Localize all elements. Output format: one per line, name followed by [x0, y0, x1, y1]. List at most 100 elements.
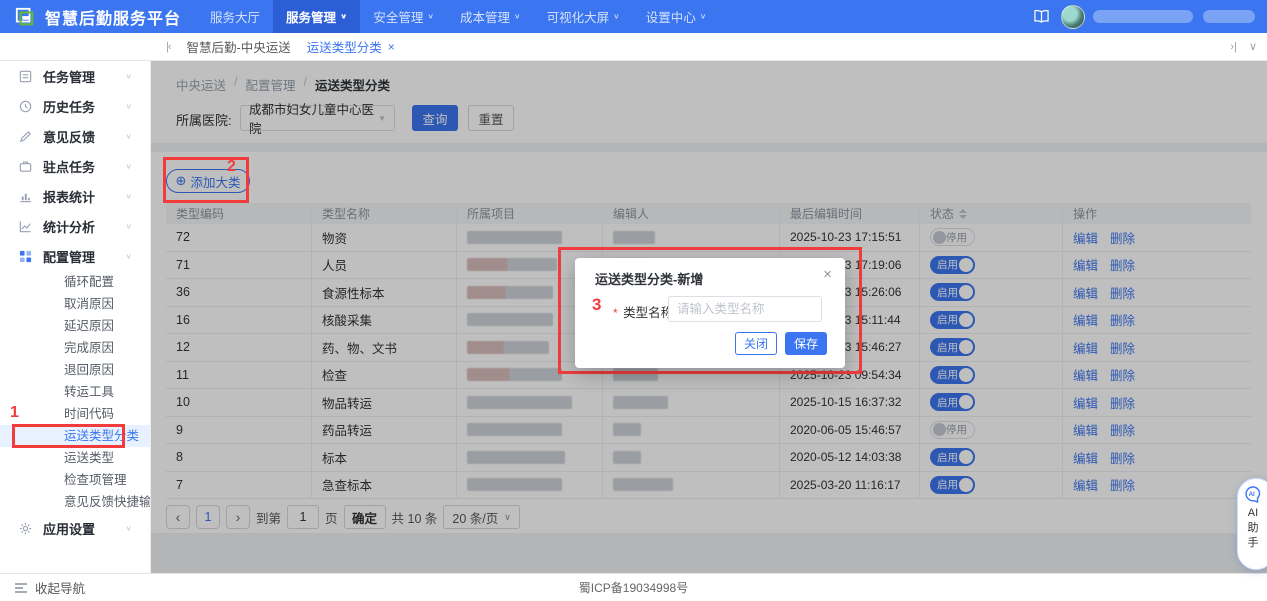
modal-title: 运送类型分类-新增	[595, 272, 704, 287]
sidebar-subitem[interactable]: 转运工具	[0, 381, 150, 403]
nav-item-5[interactable]: 可视化大屏 ∨	[534, 0, 633, 33]
sidebar: 任务管理 ∨ 历史任务 ∨ 意见反馈 ∨ 驻点任务 ∨ 报表统计 ∨ 统计分析 ∨ 配置管理 ∨ 循环配置取…	[0, 61, 151, 573]
history-icon	[18, 98, 34, 114]
tab-bar: |‹ 智慧后勤-中央运送 运送类型分类 × ›| ∨	[0, 33, 1267, 61]
footer-bar: 蜀ICP备19034998号 收起导航	[0, 573, 1267, 601]
type-name-input[interactable]	[668, 296, 822, 322]
tab-close-icon[interactable]: ×	[388, 40, 395, 54]
sidebar-subitem[interactable]: 退回原因	[0, 359, 150, 381]
tab-central-transport[interactable]: 智慧后勤-中央运送	[187, 37, 291, 56]
icp-number: 蜀ICP备19034998号	[578, 581, 689, 595]
sidebar-item[interactable]: 统计分析 ∨	[0, 211, 150, 241]
user-avatar[interactable]	[1061, 4, 1085, 29]
ai-assistant-button[interactable]: AI AI 助 手	[1237, 478, 1267, 570]
sidebar-item[interactable]: 历史任务 ∨	[0, 91, 150, 121]
annotation-box-1	[12, 424, 125, 448]
redacted-username	[1093, 10, 1193, 23]
app-window: 智慧后勤服务平台 服务大厅 服务管理 ∨ 安全管理 ∨ 成本管理 ∨ 可视化大屏 ∨ 设置中心 ∨ …	[0, 0, 1267, 601]
feedback-icon	[18, 128, 34, 144]
chevron-down-icon: ∨	[125, 101, 132, 110]
nav-item-label: 可视化大屏	[546, 11, 610, 25]
nav-item-2[interactable]: 服务管理 ∨	[273, 0, 361, 33]
sidebar-subitem[interactable]: 时间代码	[0, 403, 150, 425]
tabs-scroll-left-icon[interactable]: |‹	[166, 41, 171, 53]
app-title: 智慧后勤服务平台	[45, 10, 182, 28]
nav-right	[1032, 4, 1255, 29]
analysis-icon	[18, 218, 34, 234]
sidebar-subitem[interactable]: 延迟原因	[0, 315, 150, 337]
chevron-down-icon: ∨	[125, 523, 132, 532]
annotation-number-2: 2	[227, 158, 236, 175]
chevron-down-icon: ∨	[125, 221, 132, 230]
sidebar-item-label: 统计分析	[43, 219, 96, 235]
chevron-down-icon: ∨	[125, 161, 132, 170]
sidebar-submenu: 循环配置 取消原因 延迟原因 完成原因 退回原因 转运工具 时间代码 运送类型分类 运送类型 检查…	[0, 271, 150, 513]
sidebar-item[interactable]: 驻点任务 ∨	[0, 151, 150, 181]
sidebar-item-label: 意见反馈	[43, 129, 96, 145]
sidebar-item-label: 报表统计	[43, 189, 96, 205]
nav-item-label: 设置中心	[645, 11, 696, 25]
nav-item-label: 安全管理	[373, 11, 424, 25]
required-asterisk: *	[613, 306, 618, 320]
sidebar-subitem[interactable]: 完成原因	[0, 337, 150, 359]
ai-label-2: 助	[1247, 522, 1259, 534]
station-icon	[18, 158, 34, 174]
sidebar-item[interactable]: 配置管理 ∨	[0, 241, 150, 271]
add-category-modal: 运送类型分类-新增 × 3 * 类型名称 关闭 保存	[575, 258, 845, 368]
ai-head-icon: AI	[1242, 484, 1264, 506]
sidebar-item-label: 配置管理	[43, 249, 96, 265]
svg-text:AI: AI	[1249, 491, 1255, 498]
nav-item-3[interactable]: 安全管理 ∨	[360, 0, 447, 33]
chevron-down-icon: ∨	[125, 191, 132, 200]
chevron-down-icon: ∨	[613, 12, 620, 21]
nav-menu: 服务大厅 服务管理 ∨ 安全管理 ∨ 成本管理 ∨ 可视化大屏 ∨ 设置中心 ∨	[197, 0, 719, 33]
sidebar-item-label: 任务管理	[43, 69, 96, 85]
nav-item-6[interactable]: 设置中心 ∨	[633, 0, 720, 33]
sidebar-item[interactable]: 任务管理 ∨	[0, 61, 150, 91]
chevron-down-icon: ∨	[513, 12, 521, 21]
tabs-menu-caret-icon[interactable]: ∨	[1249, 40, 1257, 53]
tab-bar-controls: ›| ∨	[1230, 40, 1257, 54]
annotation-number-3: 3	[592, 295, 602, 314]
ai-label-3: 手	[1247, 537, 1259, 549]
tasks-icon	[18, 68, 34, 84]
app-logo-icon	[15, 7, 35, 27]
sidebar-item-label: 历史任务	[43, 99, 96, 115]
chevron-down-icon: ∨	[125, 71, 132, 80]
chevron-down-icon: ∨	[340, 12, 348, 21]
modal-close-icon[interactable]: ×	[823, 266, 832, 283]
sidebar-subitem[interactable]: 循环配置	[0, 271, 150, 293]
sidebar-item[interactable]: 报表统计 ∨	[0, 181, 150, 211]
nav-item-label: 服务大厅	[210, 11, 261, 25]
chevron-down-icon: ∨	[699, 12, 707, 21]
type-name-label: * 类型名称	[613, 306, 674, 320]
settings-icon	[18, 520, 34, 536]
ai-label-1: AI	[1247, 507, 1259, 519]
sidebar-subitem[interactable]: 意见反馈快捷输入	[0, 491, 150, 513]
modal-close-button[interactable]: 关闭	[735, 332, 777, 355]
annotation-box-2	[163, 157, 249, 203]
sidebar-item[interactable]: 意见反馈 ∨	[0, 121, 150, 151]
modal-save-button[interactable]: 保存	[785, 332, 827, 355]
sidebar-item-label: 驻点任务	[43, 159, 96, 175]
redacted-role	[1203, 10, 1255, 23]
nav-item-1[interactable]: 服务大厅	[197, 0, 273, 33]
main-content: 中央运送 / 配置管理 / 运送类型分类 所属医院: 成都市妇女儿童中心医院 ▼…	[151, 61, 1267, 573]
chevron-down-icon: ∨	[125, 131, 132, 140]
sidebar-subitem[interactable]: 取消原因	[0, 293, 150, 315]
sidebar-item[interactable]: 应用设置 ∨	[0, 513, 150, 543]
sidebar-item-label: 应用设置	[43, 521, 96, 537]
chevron-down-icon: ∨	[125, 251, 132, 260]
nav-item-label: 成本管理	[459, 11, 510, 25]
manual-book-icon[interactable]	[1032, 9, 1051, 24]
sidebar-subitem[interactable]: 检查项管理	[0, 469, 150, 491]
nav-item-label: 服务管理	[286, 11, 337, 25]
config-icon	[18, 248, 34, 264]
top-navbar: 智慧后勤服务平台 服务大厅 服务管理 ∨ 安全管理 ∨ 成本管理 ∨ 可视化大屏 ∨ 设置中心 ∨	[0, 0, 1267, 33]
report-icon	[18, 188, 34, 204]
nav-item-4[interactable]: 成本管理 ∨	[447, 0, 534, 33]
annotation-number-1: 1	[10, 404, 19, 421]
tabs-scroll-right-icon[interactable]: ›|	[1230, 41, 1237, 53]
tab-transport-type-category[interactable]: 运送类型分类 ×	[307, 37, 395, 56]
sidebar-subitem[interactable]: 运送类型	[0, 447, 150, 469]
